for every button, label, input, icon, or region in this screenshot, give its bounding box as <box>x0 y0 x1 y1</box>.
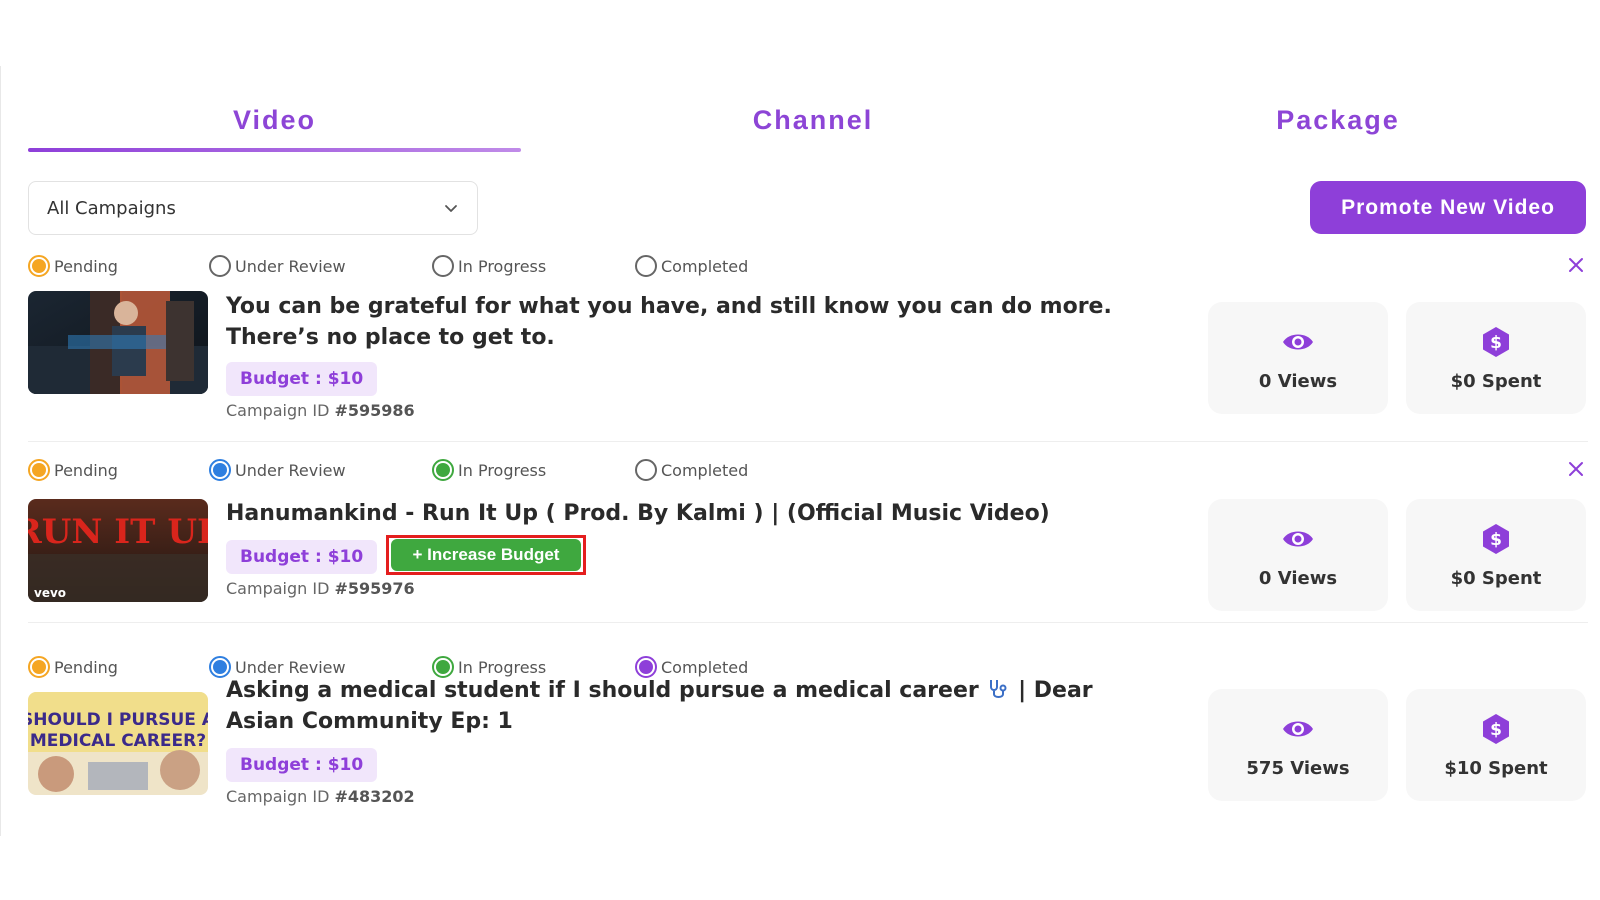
chevron-down-icon <box>445 205 457 212</box>
svg-text:MEDICAL CAREER?: MEDICAL CAREER? <box>30 731 206 751</box>
status-label: Pending <box>54 657 118 677</box>
budget-badge: Budget : $10 <box>226 748 378 782</box>
budget-badge: Budget : $10 <box>226 362 378 396</box>
campaign-card: Pending Under Review In Progress Complet… <box>28 459 1588 623</box>
status-under-review: Under Review <box>209 255 346 277</box>
video-thumbnail[interactable] <box>28 291 208 394</box>
svg-text:$: $ <box>1490 720 1502 740</box>
tab-package[interactable]: Package <box>1093 98 1583 154</box>
svg-text:$: $ <box>1490 333 1502 353</box>
radio-icon <box>635 459 657 481</box>
spent-stat: $ $10 Spent <box>1406 689 1586 801</box>
views-stat: 0 Views <box>1208 302 1388 414</box>
status-under-review: Under Review <box>209 459 346 481</box>
tab-video[interactable]: Video <box>28 98 521 154</box>
spent-amount: $10 Spent <box>1444 757 1548 779</box>
campaign-id: Campaign ID #595976 <box>226 579 415 598</box>
close-icon[interactable] <box>1566 459 1586 479</box>
status-label: Under Review <box>235 657 346 677</box>
radio-icon <box>209 459 231 481</box>
campaign-id: Campaign ID #595986 <box>226 401 415 420</box>
close-icon[interactable] <box>1566 255 1586 275</box>
tab-bar: Video Channel Package <box>28 98 1591 154</box>
video-thumbnail[interactable]: SHOULD I PURSUE A MEDICAL CAREER? <box>28 692 208 795</box>
svg-text:RUN IT UP: RUN IT UP <box>28 512 208 552</box>
video-thumbnail[interactable]: RUN IT UP vevo <box>28 499 208 602</box>
eye-icon <box>1283 721 1313 736</box>
campaign-id: Campaign ID #483202 <box>226 787 415 806</box>
tab-channel[interactable]: Channel <box>568 98 1058 154</box>
promote-new-video-button[interactable]: Promote New Video <box>1310 181 1586 234</box>
eye-icon <box>1283 334 1313 349</box>
video-title: You can be grateful for what you have, a… <box>226 294 1112 350</box>
status-pending: Pending <box>28 656 118 678</box>
active-tab-indicator <box>28 148 521 152</box>
video-title: Asking a medical student if I should pur… <box>226 678 1093 734</box>
status-completed: Completed <box>635 459 748 481</box>
budget-badge: Budget : $10 <box>226 540 378 574</box>
views-count: 0 Views <box>1258 370 1338 392</box>
svg-text:$: $ <box>1490 530 1502 550</box>
status-label: Pending <box>54 460 118 480</box>
status-label: Under Review <box>235 256 346 276</box>
views-count: 0 Views <box>1258 567 1338 589</box>
status-in-progress: In Progress <box>432 255 546 277</box>
status-pending: Pending <box>28 255 118 277</box>
status-label: Pending <box>54 256 118 276</box>
dollar-icon: $ <box>1483 523 1509 554</box>
video-title: Hanumankind - Run It Up ( Prod. By Kalmi… <box>226 501 1050 526</box>
views-count: 575 Views <box>1246 757 1350 779</box>
radio-icon <box>28 656 50 678</box>
radio-icon <box>432 459 454 481</box>
status-label: Under Review <box>235 460 346 480</box>
radio-icon <box>28 255 50 277</box>
status-row: Pending Under Review In Progress Complet… <box>28 255 1588 279</box>
stethoscope-icon <box>990 680 1007 698</box>
radio-icon <box>209 255 231 277</box>
status-label: Completed <box>661 256 749 276</box>
radio-icon <box>432 255 454 277</box>
svg-text:SHOULD I PURSUE A: SHOULD I PURSUE A <box>28 710 208 730</box>
svg-text:vevo: vevo <box>34 586 66 600</box>
increase-budget-button[interactable]: + Increase Budget <box>391 539 581 571</box>
status-completed: Completed <box>635 255 748 277</box>
campaign-filter-select[interactable]: All Campaigns <box>28 181 478 235</box>
status-row: Pending Under Review In Progress Complet… <box>28 459 1588 483</box>
left-border <box>0 66 1 836</box>
campaign-filter-value: All Campaigns <box>47 197 176 219</box>
status-label: Completed <box>661 657 749 677</box>
status-pending: Pending <box>28 459 118 481</box>
status-label: In Progress <box>458 460 547 480</box>
views-stat: 575 Views <box>1208 689 1388 801</box>
radio-icon <box>28 459 50 481</box>
eye-icon <box>1283 531 1313 546</box>
spent-amount: $0 Spent <box>1450 370 1542 392</box>
campaign-card: Pending Under Review In Progress Complet… <box>28 255 1588 442</box>
status-label: In Progress <box>458 657 547 677</box>
views-stat: 0 Views <box>1208 499 1388 611</box>
radio-icon <box>635 255 657 277</box>
status-label: Completed <box>661 460 749 480</box>
campaign-card: Pending Under Review In Progress Complet… <box>28 656 1588 831</box>
dollar-icon: $ <box>1483 326 1509 357</box>
increase-budget-highlight: + Increase Budget <box>386 535 586 575</box>
spent-stat: $ $0 Spent <box>1406 302 1586 414</box>
status-in-progress: In Progress <box>432 459 546 481</box>
spent-stat: $ $0 Spent <box>1406 499 1586 611</box>
spent-amount: $0 Spent <box>1450 567 1542 589</box>
dollar-icon: $ <box>1483 713 1509 744</box>
status-label: In Progress <box>458 256 547 276</box>
